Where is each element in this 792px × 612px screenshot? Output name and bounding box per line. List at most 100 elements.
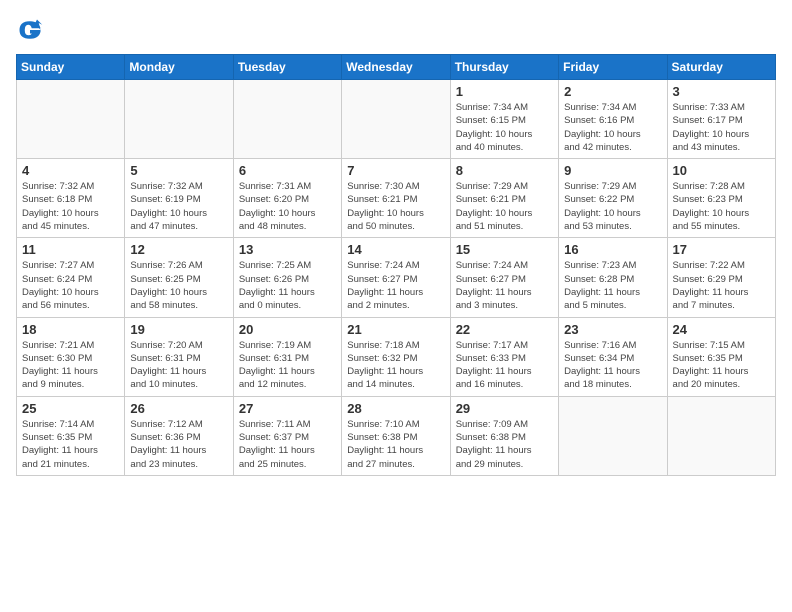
calendar-week-row-5: 25 Sunrise: 7:14 AM Sunset: 6:35 PM Dayli… bbox=[17, 396, 776, 475]
calendar-table: SundayMondayTuesdayWednesdayThursdayFrid… bbox=[16, 54, 776, 476]
day-number: 8 bbox=[456, 163, 553, 178]
day-info: Sunrise: 7:32 AM Sunset: 6:18 PM Dayligh… bbox=[22, 180, 119, 233]
day-number: 12 bbox=[130, 242, 227, 257]
calendar-cell: 5 Sunrise: 7:32 AM Sunset: 6:19 PM Daylig… bbox=[125, 159, 233, 238]
day-info: Sunrise: 7:24 AM Sunset: 6:27 PM Dayligh… bbox=[347, 259, 444, 312]
calendar-cell: 25 Sunrise: 7:14 AM Sunset: 6:35 PM Dayli… bbox=[17, 396, 125, 475]
day-number: 7 bbox=[347, 163, 444, 178]
weekday-header-wednesday: Wednesday bbox=[342, 55, 450, 80]
day-number: 2 bbox=[564, 84, 661, 99]
day-info: Sunrise: 7:28 AM Sunset: 6:23 PM Dayligh… bbox=[673, 180, 770, 233]
day-info: Sunrise: 7:29 AM Sunset: 6:21 PM Dayligh… bbox=[456, 180, 553, 233]
day-number: 25 bbox=[22, 401, 119, 416]
calendar-week-row-1: 1 Sunrise: 7:34 AM Sunset: 6:15 PM Daylig… bbox=[17, 80, 776, 159]
day-info: Sunrise: 7:16 AM Sunset: 6:34 PM Dayligh… bbox=[564, 339, 661, 392]
calendar-cell: 10 Sunrise: 7:28 AM Sunset: 6:23 PM Dayli… bbox=[667, 159, 775, 238]
day-info: Sunrise: 7:10 AM Sunset: 6:38 PM Dayligh… bbox=[347, 418, 444, 471]
day-info: Sunrise: 7:34 AM Sunset: 6:16 PM Dayligh… bbox=[564, 101, 661, 154]
day-info: Sunrise: 7:19 AM Sunset: 6:31 PM Dayligh… bbox=[239, 339, 336, 392]
calendar-cell: 1 Sunrise: 7:34 AM Sunset: 6:15 PM Daylig… bbox=[450, 80, 558, 159]
day-number: 3 bbox=[673, 84, 770, 99]
day-number: 11 bbox=[22, 242, 119, 257]
weekday-header-monday: Monday bbox=[125, 55, 233, 80]
calendar-cell: 13Sunrise: 7:25 AM Sunset: 6:26 PM Dayli… bbox=[233, 238, 341, 317]
day-info: Sunrise: 7:34 AM Sunset: 6:15 PM Dayligh… bbox=[456, 101, 553, 154]
calendar-cell: 9Sunrise: 7:29 AM Sunset: 6:22 PM Daylig… bbox=[559, 159, 667, 238]
day-number: 4 bbox=[22, 163, 119, 178]
day-info: Sunrise: 7:12 AM Sunset: 6:36 PM Dayligh… bbox=[130, 418, 227, 471]
calendar-cell: 29 Sunrise: 7:09 AM Sunset: 6:38 PM Dayli… bbox=[450, 396, 558, 475]
calendar-cell: 28 Sunrise: 7:10 AM Sunset: 6:38 PM Dayli… bbox=[342, 396, 450, 475]
calendar-cell bbox=[125, 80, 233, 159]
day-number: 10 bbox=[673, 163, 770, 178]
day-info: Sunrise: 7:26 AM Sunset: 6:25 PM Dayligh… bbox=[130, 259, 227, 312]
calendar-cell bbox=[559, 396, 667, 475]
day-number: 17 bbox=[673, 242, 770, 257]
day-info: Sunrise: 7:11 AM Sunset: 6:37 PM Dayligh… bbox=[239, 418, 336, 471]
calendar-cell bbox=[233, 80, 341, 159]
day-info: Sunrise: 7:21 AM Sunset: 6:30 PM Dayligh… bbox=[22, 339, 119, 392]
weekday-header-tuesday: Tuesday bbox=[233, 55, 341, 80]
calendar-cell: 19Sunrise: 7:20 AM Sunset: 6:31 PM Dayli… bbox=[125, 317, 233, 396]
day-number: 18 bbox=[22, 322, 119, 337]
calendar-cell: 2 Sunrise: 7:34 AM Sunset: 6:16 PM Daylig… bbox=[559, 80, 667, 159]
calendar-cell: 11 Sunrise: 7:27 AM Sunset: 6:24 PM Dayli… bbox=[17, 238, 125, 317]
calendar-cell: 18 Sunrise: 7:21 AM Sunset: 6:30 PM Dayli… bbox=[17, 317, 125, 396]
calendar-cell: 17 Sunrise: 7:22 AM Sunset: 6:29 PM Dayli… bbox=[667, 238, 775, 317]
weekday-header-thursday: Thursday bbox=[450, 55, 558, 80]
calendar-cell: 6Sunrise: 7:31 AM Sunset: 6:20 PM Daylig… bbox=[233, 159, 341, 238]
day-info: Sunrise: 7:22 AM Sunset: 6:29 PM Dayligh… bbox=[673, 259, 770, 312]
day-number: 19 bbox=[130, 322, 227, 337]
day-info: Sunrise: 7:18 AM Sunset: 6:32 PM Dayligh… bbox=[347, 339, 444, 392]
day-number: 26 bbox=[130, 401, 227, 416]
day-info: Sunrise: 7:29 AM Sunset: 6:22 PM Dayligh… bbox=[564, 180, 661, 233]
calendar-week-row-3: 11 Sunrise: 7:27 AM Sunset: 6:24 PM Dayli… bbox=[17, 238, 776, 317]
day-number: 5 bbox=[130, 163, 227, 178]
calendar-cell: 4 Sunrise: 7:32 AM Sunset: 6:18 PM Daylig… bbox=[17, 159, 125, 238]
weekday-header-friday: Friday bbox=[559, 55, 667, 80]
day-number: 28 bbox=[347, 401, 444, 416]
day-number: 14 bbox=[347, 242, 444, 257]
calendar-cell: 15 Sunrise: 7:24 AM Sunset: 6:27 PM Dayli… bbox=[450, 238, 558, 317]
day-number: 22 bbox=[456, 322, 553, 337]
calendar-cell: 3Sunrise: 7:33 AM Sunset: 6:17 PM Daylig… bbox=[667, 80, 775, 159]
day-number: 13 bbox=[239, 242, 336, 257]
logo-icon bbox=[16, 16, 44, 44]
day-number: 23 bbox=[564, 322, 661, 337]
calendar-cell: 21Sunrise: 7:18 AM Sunset: 6:32 PM Dayli… bbox=[342, 317, 450, 396]
day-number: 20 bbox=[239, 322, 336, 337]
weekday-header-row: SundayMondayTuesdayWednesdayThursdayFrid… bbox=[17, 55, 776, 80]
calendar-cell: 20 Sunrise: 7:19 AM Sunset: 6:31 PM Dayli… bbox=[233, 317, 341, 396]
calendar-cell bbox=[17, 80, 125, 159]
calendar-cell: 24 Sunrise: 7:15 AM Sunset: 6:35 PM Dayli… bbox=[667, 317, 775, 396]
day-info: Sunrise: 7:23 AM Sunset: 6:28 PM Dayligh… bbox=[564, 259, 661, 312]
day-number: 27 bbox=[239, 401, 336, 416]
day-info: Sunrise: 7:15 AM Sunset: 6:35 PM Dayligh… bbox=[673, 339, 770, 392]
calendar-cell: 16 Sunrise: 7:23 AM Sunset: 6:28 PM Dayli… bbox=[559, 238, 667, 317]
day-number: 29 bbox=[456, 401, 553, 416]
calendar-cell bbox=[667, 396, 775, 475]
calendar-cell: 22 Sunrise: 7:17 AM Sunset: 6:33 PM Dayli… bbox=[450, 317, 558, 396]
day-info: Sunrise: 7:17 AM Sunset: 6:33 PM Dayligh… bbox=[456, 339, 553, 392]
calendar-cell bbox=[342, 80, 450, 159]
weekday-header-saturday: Saturday bbox=[667, 55, 775, 80]
day-number: 15 bbox=[456, 242, 553, 257]
day-info: Sunrise: 7:09 AM Sunset: 6:38 PM Dayligh… bbox=[456, 418, 553, 471]
day-number: 24 bbox=[673, 322, 770, 337]
calendar-cell: 7 Sunrise: 7:30 AM Sunset: 6:21 PM Daylig… bbox=[342, 159, 450, 238]
day-number: 1 bbox=[456, 84, 553, 99]
day-info: Sunrise: 7:32 AM Sunset: 6:19 PM Dayligh… bbox=[130, 180, 227, 233]
calendar-week-row-2: 4 Sunrise: 7:32 AM Sunset: 6:18 PM Daylig… bbox=[17, 159, 776, 238]
day-info: Sunrise: 7:31 AM Sunset: 6:20 PM Dayligh… bbox=[239, 180, 336, 233]
day-info: Sunrise: 7:14 AM Sunset: 6:35 PM Dayligh… bbox=[22, 418, 119, 471]
calendar-cell: 23 Sunrise: 7:16 AM Sunset: 6:34 PM Dayli… bbox=[559, 317, 667, 396]
calendar-week-row-4: 18 Sunrise: 7:21 AM Sunset: 6:30 PM Dayli… bbox=[17, 317, 776, 396]
page-header bbox=[16, 16, 776, 44]
day-number: 16 bbox=[564, 242, 661, 257]
calendar-cell: 12 Sunrise: 7:26 AM Sunset: 6:25 PM Dayli… bbox=[125, 238, 233, 317]
weekday-header-sunday: Sunday bbox=[17, 55, 125, 80]
day-info: Sunrise: 7:27 AM Sunset: 6:24 PM Dayligh… bbox=[22, 259, 119, 312]
day-info: Sunrise: 7:24 AM Sunset: 6:27 PM Dayligh… bbox=[456, 259, 553, 312]
day-info: Sunrise: 7:30 AM Sunset: 6:21 PM Dayligh… bbox=[347, 180, 444, 233]
logo bbox=[16, 16, 48, 44]
